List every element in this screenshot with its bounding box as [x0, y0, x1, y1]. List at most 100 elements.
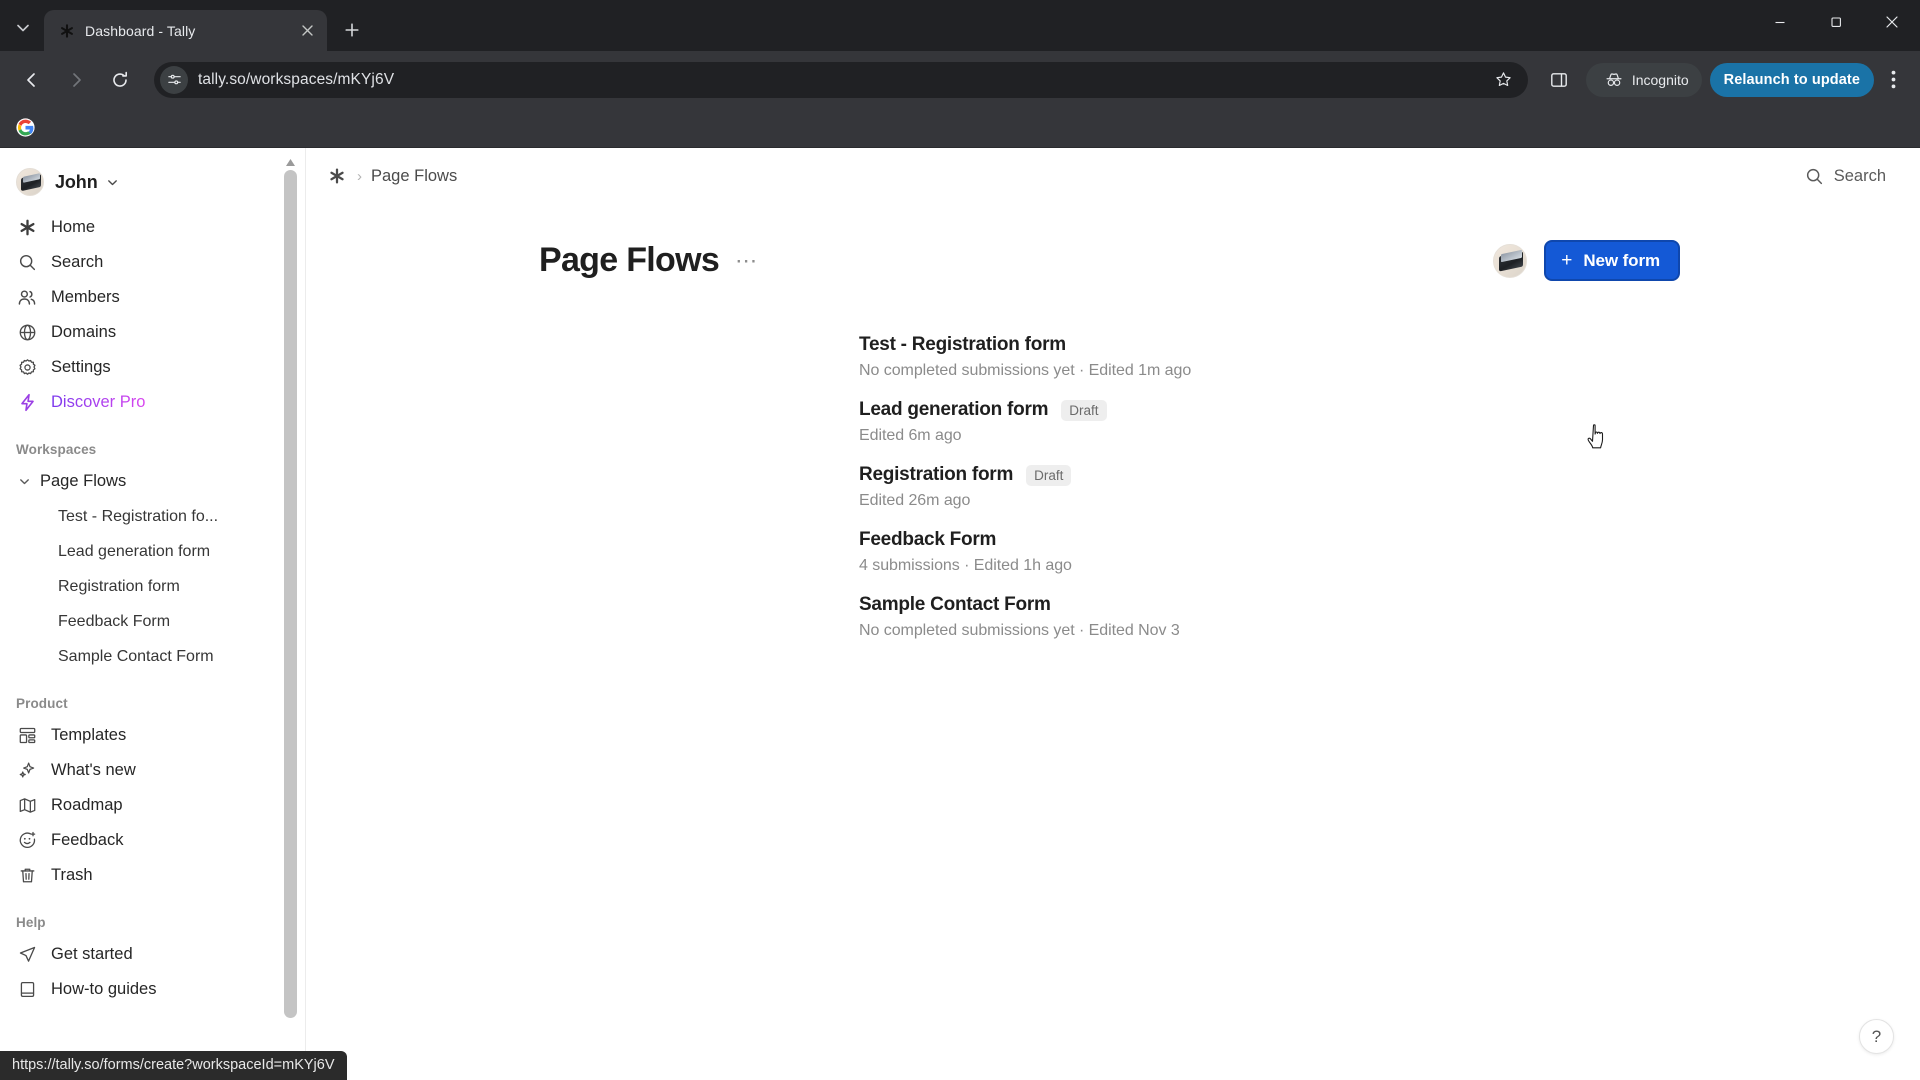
sidebar-section-help: Help — [16, 915, 46, 930]
sidebar-item-label: What's new — [51, 761, 136, 779]
forward-button[interactable] — [58, 62, 94, 98]
list-item[interactable]: Lead generation form Draft Edited 6m ago — [859, 390, 1680, 455]
incognito-label: Incognito — [1631, 71, 1689, 88]
google-bookmark-icon[interactable] — [10, 113, 40, 143]
tab-title: Dashboard - Tally — [85, 22, 196, 39]
list-item[interactable]: Feedback Form 4 submissions · Edited 1h … — [859, 520, 1680, 585]
sidebar-item-trash[interactable]: Trash — [0, 858, 305, 893]
sidebar-item-label: Settings — [51, 358, 111, 376]
workspace-user-name: John — [55, 171, 98, 192]
window-controls — [1752, 0, 1920, 44]
scrollbar-track[interactable] — [284, 170, 297, 1025]
search-icon — [1805, 167, 1824, 186]
map-icon — [16, 795, 38, 817]
sidebar-item-label: Home — [51, 218, 96, 236]
relaunch-to-update-button[interactable]: Relaunch to update — [1709, 62, 1874, 97]
list-item-header: Sample Contact Form — [859, 594, 1680, 616]
globe-icon — [16, 322, 38, 344]
sidebar-item-settings[interactable]: Settings — [0, 350, 305, 385]
form-meta: No completed submissions yet · Edited 1m… — [859, 362, 1192, 379]
sidebar-form-item[interactable]: Test - Registration fo... — [0, 499, 305, 534]
tab-search-button[interactable] — [6, 11, 40, 45]
list-item[interactable]: Sample Contact Form No completed submiss… — [859, 585, 1680, 650]
minimize-button[interactable] — [1752, 0, 1808, 44]
templates-icon — [16, 725, 38, 747]
side-panel-icon[interactable] — [1541, 62, 1577, 98]
sidebar-item-how-to-guides[interactable]: How-to guides — [0, 972, 305, 1007]
sidebar-form-item[interactable]: Feedback Form — [0, 604, 305, 639]
list-item-header: Registration form Draft — [859, 464, 1680, 486]
chevron-down-icon[interactable] — [14, 475, 34, 488]
send-icon — [16, 944, 38, 966]
asterisk-icon — [16, 217, 38, 239]
sidebar-form-item[interactable]: Sample Contact Form — [0, 639, 305, 674]
web-page: John Home Search Members Domains Setting… — [0, 148, 1920, 1080]
url-text: tally.so/workspaces/mKYj6V — [198, 70, 395, 88]
browser-tab[interactable]: Dashboard - Tally — [44, 10, 327, 51]
reload-button[interactable] — [102, 62, 138, 98]
sidebar-item-feedback[interactable]: Feedback — [0, 823, 305, 858]
sidebar-item-whats-new[interactable]: What's new — [0, 753, 305, 788]
close-window-button[interactable] — [1864, 0, 1920, 44]
list-item[interactable]: Test - Registration form No completed su… — [859, 325, 1680, 390]
sidebar-section-workspaces: Workspaces — [16, 442, 97, 457]
form-title: Test - Registration form — [859, 334, 1066, 355]
status-badge: Draft — [1061, 399, 1107, 421]
sidebar-item-templates[interactable]: Templates — [0, 718, 305, 753]
browser-toolbar: tally.so/workspaces/mKYj6V Incognito Rel… — [0, 51, 1920, 108]
members-icon — [16, 287, 38, 309]
sidebar-item-domains[interactable]: Domains — [0, 315, 305, 350]
avatar — [16, 168, 44, 196]
sidebar-item-get-started[interactable]: Get started — [0, 937, 305, 972]
sidebar-item-discover-pro[interactable]: Discover Pro — [0, 385, 305, 420]
help-button[interactable]: ? — [1859, 1019, 1894, 1054]
sidebar-item-label: Members — [51, 288, 120, 306]
trash-icon — [16, 865, 38, 887]
sidebar-scrollbar[interactable] — [284, 156, 297, 1074]
status-bar-url: https://tally.so/forms/create?workspaceI… — [0, 1051, 347, 1080]
new-tab-button[interactable] — [335, 13, 369, 47]
content-body: Page Flows ⋯ + New form Test - Registrat… — [306, 240, 1920, 650]
search-button[interactable]: Search — [1787, 161, 1894, 192]
site-settings-icon[interactable] — [160, 65, 188, 94]
sidebar-item-home[interactable]: Home — [0, 210, 305, 245]
page-title-menu-icon[interactable]: ⋯ — [735, 249, 758, 271]
list-item[interactable]: Registration form Draft Edited 26m ago — [859, 455, 1680, 520]
back-button[interactable] — [14, 62, 50, 98]
breadcrumb-current[interactable]: Page Flows — [371, 167, 457, 186]
incognito-indicator[interactable]: Incognito — [1585, 62, 1702, 97]
sidebar-form-item[interactable]: Registration form — [0, 569, 305, 604]
maximize-button[interactable] — [1808, 0, 1864, 44]
list-item-header: Lead generation form Draft — [859, 399, 1680, 421]
form-meta: Edited 26m ago — [859, 492, 971, 509]
sidebar-item-label: Feedback — [51, 831, 124, 849]
scroll-up-arrow-icon[interactable] — [284, 156, 297, 168]
breadcrumb-separator: › — [357, 167, 362, 185]
sparkles-icon — [16, 760, 38, 782]
relaunch-label: Relaunch to update — [1723, 71, 1860, 88]
sidebar-item-label: Trash — [51, 866, 93, 884]
list-item-header: Feedback Form — [859, 529, 1680, 551]
sidebar-item-members[interactable]: Members — [0, 280, 305, 315]
book-icon — [16, 979, 38, 1001]
close-icon[interactable] — [296, 20, 318, 42]
bookmark-star-icon[interactable] — [1488, 64, 1520, 96]
search-icon — [16, 252, 38, 274]
chrome-menu-icon[interactable] — [1876, 63, 1910, 97]
address-bar[interactable]: tally.so/workspaces/mKYj6V — [154, 61, 1528, 98]
page-header: Page Flows ⋯ + New form — [306, 240, 1920, 281]
chevron-down-icon — [106, 176, 119, 189]
sidebar-workspace-page-flows[interactable]: Page Flows — [0, 464, 305, 499]
workspace-switcher[interactable]: John — [0, 162, 305, 210]
asterisk-icon — [58, 22, 75, 39]
new-form-button[interactable]: + New form — [1544, 240, 1680, 281]
sidebar-item-search[interactable]: Search — [0, 245, 305, 280]
browser-window: Dashboard - Tally tally.so/workspaces/mK… — [0, 0, 1920, 1080]
bookmarks-bar — [0, 108, 1920, 148]
list-item-header: Test - Registration form — [859, 334, 1680, 356]
sidebar-item-roadmap[interactable]: Roadmap — [0, 788, 305, 823]
breadcrumb-home-icon[interactable] — [326, 165, 348, 187]
sidebar-form-item[interactable]: Lead generation form — [0, 534, 305, 569]
scrollbar-thumb[interactable] — [284, 170, 297, 1018]
avatar[interactable] — [1493, 243, 1528, 278]
